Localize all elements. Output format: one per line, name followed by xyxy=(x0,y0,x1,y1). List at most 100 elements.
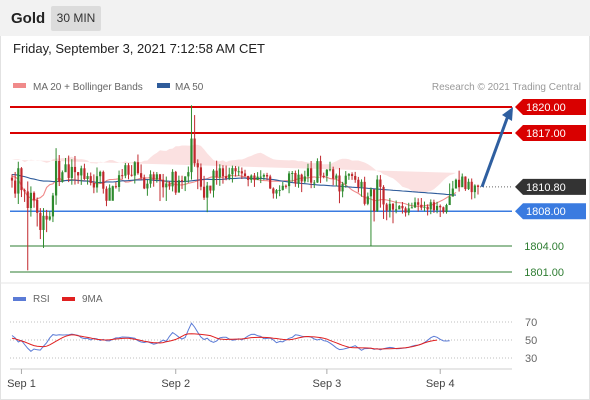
price-chart: MA 20 + Bollinger Bands MA 50 Research © 2… xyxy=(0,82,590,390)
rsi-tick-70: 70 xyxy=(525,317,537,329)
level-label-1808.00: 1808.00 xyxy=(526,206,566,218)
candle-body-72 xyxy=(237,171,240,173)
level-label-1817.00: 1817.00 xyxy=(526,128,566,140)
candle-body-135 xyxy=(435,205,439,211)
candle-body-12 xyxy=(48,216,51,220)
candle-body-98 xyxy=(319,161,322,176)
rsi-line xyxy=(11,322,450,352)
candle-body-142 xyxy=(458,179,461,188)
candle-body-41 xyxy=(139,173,143,178)
level-label-1820.00: 1820.00 xyxy=(526,102,566,114)
candle-body-1 xyxy=(14,180,17,194)
candle-body-6 xyxy=(29,192,32,208)
candle-body-103 xyxy=(335,175,338,179)
candle-body-11 xyxy=(45,215,48,220)
candle-body-13 xyxy=(51,195,55,217)
candle-body-96 xyxy=(313,182,316,184)
candle-body-7 xyxy=(32,192,36,200)
candle-body-3 xyxy=(20,168,23,191)
candle-body-9 xyxy=(39,212,42,230)
candle-body-118 xyxy=(382,186,385,205)
candle-body-78 xyxy=(256,176,259,181)
candle-body-83 xyxy=(272,188,275,194)
candle-body-15 xyxy=(58,161,61,182)
candle-body-95 xyxy=(310,168,313,183)
candle-body-130 xyxy=(420,204,423,208)
candle-body-49 xyxy=(165,183,168,188)
candle-body-45 xyxy=(152,174,155,180)
candle-body-52 xyxy=(174,171,177,193)
candle-body-0 xyxy=(10,177,14,181)
candle-body-53 xyxy=(177,180,180,193)
candle-body-146 xyxy=(470,181,473,193)
candle-body-44 xyxy=(149,174,152,184)
candle-body-129 xyxy=(417,202,420,205)
candle-body-25 xyxy=(89,176,92,183)
rsi-ma-line xyxy=(11,333,438,350)
candle-body-10 xyxy=(42,215,45,230)
candle-body-43 xyxy=(146,183,149,189)
candle-body-127 xyxy=(410,207,413,209)
candle-body-125 xyxy=(404,208,407,213)
candle-body-47 xyxy=(158,174,162,180)
candle-body-70 xyxy=(231,168,234,175)
candle-body-34 xyxy=(117,175,121,187)
candle-body-28 xyxy=(99,171,102,177)
legend-swatch-rsi xyxy=(13,297,26,301)
candle-body-20 xyxy=(73,166,77,173)
candle-body-132 xyxy=(426,206,429,210)
candle-body-116 xyxy=(376,179,379,212)
watermark: Research © 2021 Trading Central xyxy=(432,82,581,93)
candle-body-65 xyxy=(215,170,218,178)
candle-body-102 xyxy=(332,169,335,179)
candle-body-89 xyxy=(291,173,294,174)
candle-body-110 xyxy=(357,179,360,188)
candle-body-100 xyxy=(325,169,328,176)
candle-body-113 xyxy=(366,196,369,204)
candle-body-93 xyxy=(303,176,306,182)
candle-body-31 xyxy=(108,187,111,201)
candle-body-143 xyxy=(461,176,464,188)
candle-body-39 xyxy=(133,162,136,176)
legend-swatch-ma20 xyxy=(13,83,26,88)
candle-body-35 xyxy=(121,175,124,177)
candle-body-101 xyxy=(328,169,332,171)
level-label-1804.00: 1804.00 xyxy=(524,241,564,253)
candle-body-87 xyxy=(284,185,288,187)
candle-body-8 xyxy=(36,199,39,213)
candle-body-120 xyxy=(388,203,391,211)
candle-body-144 xyxy=(464,176,467,190)
x-tick-label-0: Sep 1 xyxy=(7,378,36,390)
candle-body-122 xyxy=(395,209,398,211)
candle-body-29 xyxy=(102,171,105,189)
legend-label-rsi: RSI xyxy=(33,294,50,305)
candle-body-67 xyxy=(221,168,225,177)
candle-body-63 xyxy=(209,185,212,191)
candle-body-79 xyxy=(259,176,262,178)
candle-body-76 xyxy=(250,175,253,180)
candle-body-4 xyxy=(23,190,26,192)
candle-body-62 xyxy=(206,185,209,198)
candle-body-104 xyxy=(338,175,341,192)
candle-body-105 xyxy=(341,183,344,192)
candle-body-38 xyxy=(130,174,133,176)
candle-body-131 xyxy=(423,206,426,208)
candle-body-2 xyxy=(17,168,20,194)
candle-body-77 xyxy=(253,175,256,181)
candle-body-124 xyxy=(401,205,404,209)
candle-body-114 xyxy=(369,189,373,197)
candle-body-80 xyxy=(262,175,265,177)
candle-body-145 xyxy=(467,181,470,190)
candle-body-21 xyxy=(77,172,80,176)
candle-body-138 xyxy=(445,205,448,213)
candle-body-99 xyxy=(322,175,325,177)
candle-body-69 xyxy=(228,174,231,179)
candle-body-115 xyxy=(372,189,376,212)
candle-body-24 xyxy=(86,176,89,179)
candle-body-27 xyxy=(95,176,99,188)
candle-body-106 xyxy=(344,175,347,184)
candle-body-109 xyxy=(354,175,357,180)
candle-body-68 xyxy=(225,176,228,179)
candle-body-59 xyxy=(196,163,199,168)
candle-body-14 xyxy=(54,161,58,196)
